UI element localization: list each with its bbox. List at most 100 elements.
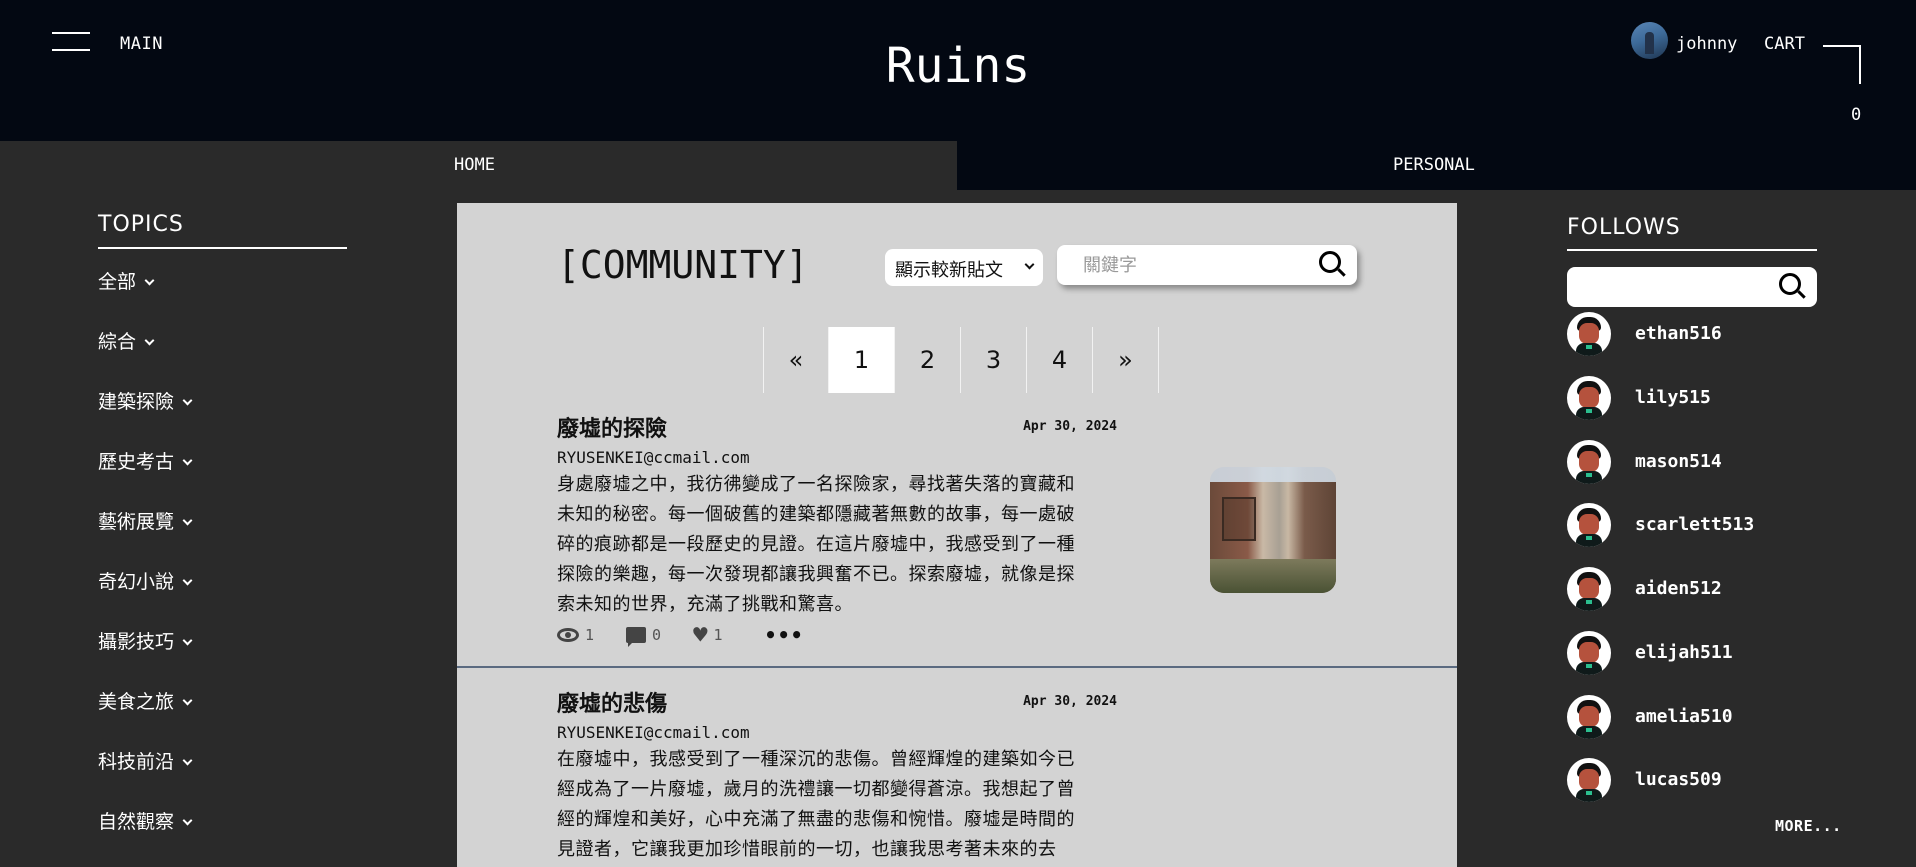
topic-label: 攝影技巧	[98, 631, 175, 653]
avatar	[1567, 503, 1611, 547]
post-author[interactable]: RYUSENKEI@ccmail.com	[557, 448, 750, 467]
follow-user-item[interactable]: aiden512	[1567, 567, 1867, 611]
sort-dropdown[interactable]: 顯示較新貼文	[885, 249, 1043, 286]
site-title[interactable]: Ruins	[0, 38, 1916, 94]
chevron-down-icon	[182, 695, 193, 706]
avatar	[1567, 695, 1611, 739]
follow-user-item[interactable]: lucas509	[1567, 758, 1867, 802]
follow-username: mason514	[1635, 451, 1722, 472]
follow-user-item[interactable]: elijah511	[1567, 631, 1867, 675]
pagination-page[interactable]: 1	[829, 327, 895, 393]
search-icon-handle	[1337, 268, 1346, 277]
user-avatar[interactable]	[1631, 22, 1668, 59]
follow-user-item[interactable]: ethan516	[1567, 312, 1867, 356]
post-body-line: 經的輝煌和美好，心中充滿了無盡的悲傷和惋惜。廢墟是時間的	[557, 809, 1075, 830]
post-body-line: 在廢墟中，我感受到了一種深沉的悲傷。曾經輝煌的建築如今已	[557, 749, 1075, 770]
post-body[interactable]: 在廢墟中，我感受到了一種深沉的悲傷。曾經輝煌的建築如今已 經成為了一片廢墟，歲月…	[557, 745, 1117, 865]
follows-search-box	[1567, 267, 1817, 307]
topic-label: 美食之旅	[98, 691, 175, 713]
follow-user-item[interactable]: amelia510	[1567, 695, 1867, 739]
post-body-line: 身處廢墟之中，我彷彿變成了一名探險家，尋找著失落的寶藏和	[557, 474, 1075, 495]
post-body-line: 未知的秘密。每一個破舊的建築都隱藏著無數的故事，每一處破	[557, 504, 1075, 525]
community-title: [COMMUNITY]	[557, 243, 809, 287]
avatar-face	[1579, 514, 1599, 535]
cart-link[interactable]: CART	[1764, 34, 1805, 54]
follow-user-item[interactable]: mason514	[1567, 440, 1867, 484]
comment-icon	[626, 627, 647, 647]
avatar-collar	[1586, 473, 1592, 477]
likes-stat[interactable]: ♥ 1	[693, 623, 722, 647]
avatar-collar	[1586, 409, 1592, 413]
follow-user-item[interactable]: scarlett513	[1567, 503, 1867, 547]
topics-heading: TOPICS	[98, 212, 184, 237]
avatar-collar	[1586, 664, 1592, 668]
views-count: 1	[585, 626, 595, 644]
topic-item[interactable]: 攝影技巧	[98, 627, 193, 654]
post-search-input[interactable]	[1083, 252, 1303, 278]
topic-label: 藝術展覽	[98, 511, 175, 533]
follows-divider	[1567, 249, 1817, 251]
post-title[interactable]: 廢墟的悲傷	[557, 686, 667, 718]
tab-home-label: HOME	[454, 155, 495, 175]
chevron-down-icon	[182, 515, 193, 526]
chevron-down-icon	[144, 275, 155, 286]
follows-search-input[interactable]	[1579, 275, 1769, 299]
pagination-next[interactable]: »	[1093, 327, 1159, 393]
search-icon[interactable]	[1779, 273, 1807, 301]
search-icon-handle	[1797, 290, 1806, 299]
username-link[interactable]: johnny	[1676, 34, 1737, 54]
post-divider	[457, 666, 1457, 668]
tab-personal-label: PERSONAL	[1393, 155, 1475, 175]
tab-personal[interactable]: PERSONAL	[957, 141, 1916, 190]
top-header: MAIN Ruins johnny CART 0	[0, 0, 1916, 141]
comments-stat[interactable]: 0	[626, 626, 662, 647]
topic-label: 建築探險	[98, 391, 175, 413]
chevron-down-icon	[182, 455, 193, 466]
chevron-down-icon	[1024, 259, 1035, 270]
pagination: « 1 2 3 4 »	[763, 327, 1159, 393]
topic-item[interactable]: 自然觀察	[98, 807, 193, 834]
topic-item[interactable]: 美食之旅	[98, 687, 193, 714]
topic-item[interactable]: 歷史考古	[98, 447, 193, 474]
post-title[interactable]: 廢墟的探險	[557, 411, 667, 443]
more-options-icon[interactable]: •••	[765, 623, 804, 647]
follow-user-item[interactable]: lily515	[1567, 376, 1867, 420]
topic-item[interactable]: 綜合	[98, 327, 155, 354]
pagination-page[interactable]: 2	[895, 327, 961, 393]
follows-more-link[interactable]: MORE...	[1775, 817, 1842, 835]
comments-count: 0	[652, 626, 662, 644]
post-date: Apr 30, 2024	[1023, 694, 1117, 709]
topic-item[interactable]: 科技前沿	[98, 747, 193, 774]
topic-label: 全部	[98, 271, 137, 293]
community-panel: [COMMUNITY] 顯示較新貼文 « 1 2 3 4 » 廢墟的探險 Apr…	[457, 203, 1457, 867]
post-author[interactable]: RYUSENKEI@ccmail.com	[557, 723, 750, 742]
topic-item[interactable]: 建築探險	[98, 387, 193, 414]
pagination-prev[interactable]: «	[763, 327, 829, 393]
sort-selected-value: 顯示較新貼文	[895, 260, 1003, 281]
chevron-down-icon	[182, 755, 193, 766]
post-body[interactable]: 身處廢墟之中，我彷彿變成了一名探險家，尋找著失落的寶藏和 未知的秘密。每一個破舊…	[557, 470, 1117, 620]
topic-item[interactable]: 藝術展覽	[98, 507, 193, 534]
post-body-line: 碎的痕跡都是一段歷史的見證。在這片廢墟中，我感受到了一種	[557, 534, 1075, 555]
post-body-line: 探險的樂趣，每一次發現都讓我興奮不已。探索廢墟，就像是探	[557, 564, 1075, 585]
topic-label: 自然觀察	[98, 811, 175, 833]
tab-home[interactable]: HOME	[0, 141, 957, 190]
avatar	[1567, 440, 1611, 484]
topic-item[interactable]: 奇幻小說	[98, 567, 193, 594]
follow-username: ethan516	[1635, 323, 1722, 344]
follow-username: amelia510	[1635, 706, 1733, 727]
pagination-page[interactable]: 4	[1027, 327, 1093, 393]
views-stat: 1	[557, 626, 594, 644]
topic-item[interactable]: 全部	[98, 267, 155, 294]
post-thumbnail-image[interactable]	[1210, 467, 1336, 593]
follow-username: lucas509	[1635, 769, 1722, 790]
avatar-collar	[1586, 536, 1592, 540]
chevron-down-icon	[182, 815, 193, 826]
avatar-face	[1579, 387, 1599, 408]
topic-label: 綜合	[98, 331, 137, 353]
topic-label: 歷史考古	[98, 451, 175, 473]
follow-username: scarlett513	[1635, 514, 1755, 535]
search-icon[interactable]	[1319, 251, 1347, 279]
pagination-page[interactable]: 3	[961, 327, 1027, 393]
avatar-face	[1579, 642, 1599, 663]
